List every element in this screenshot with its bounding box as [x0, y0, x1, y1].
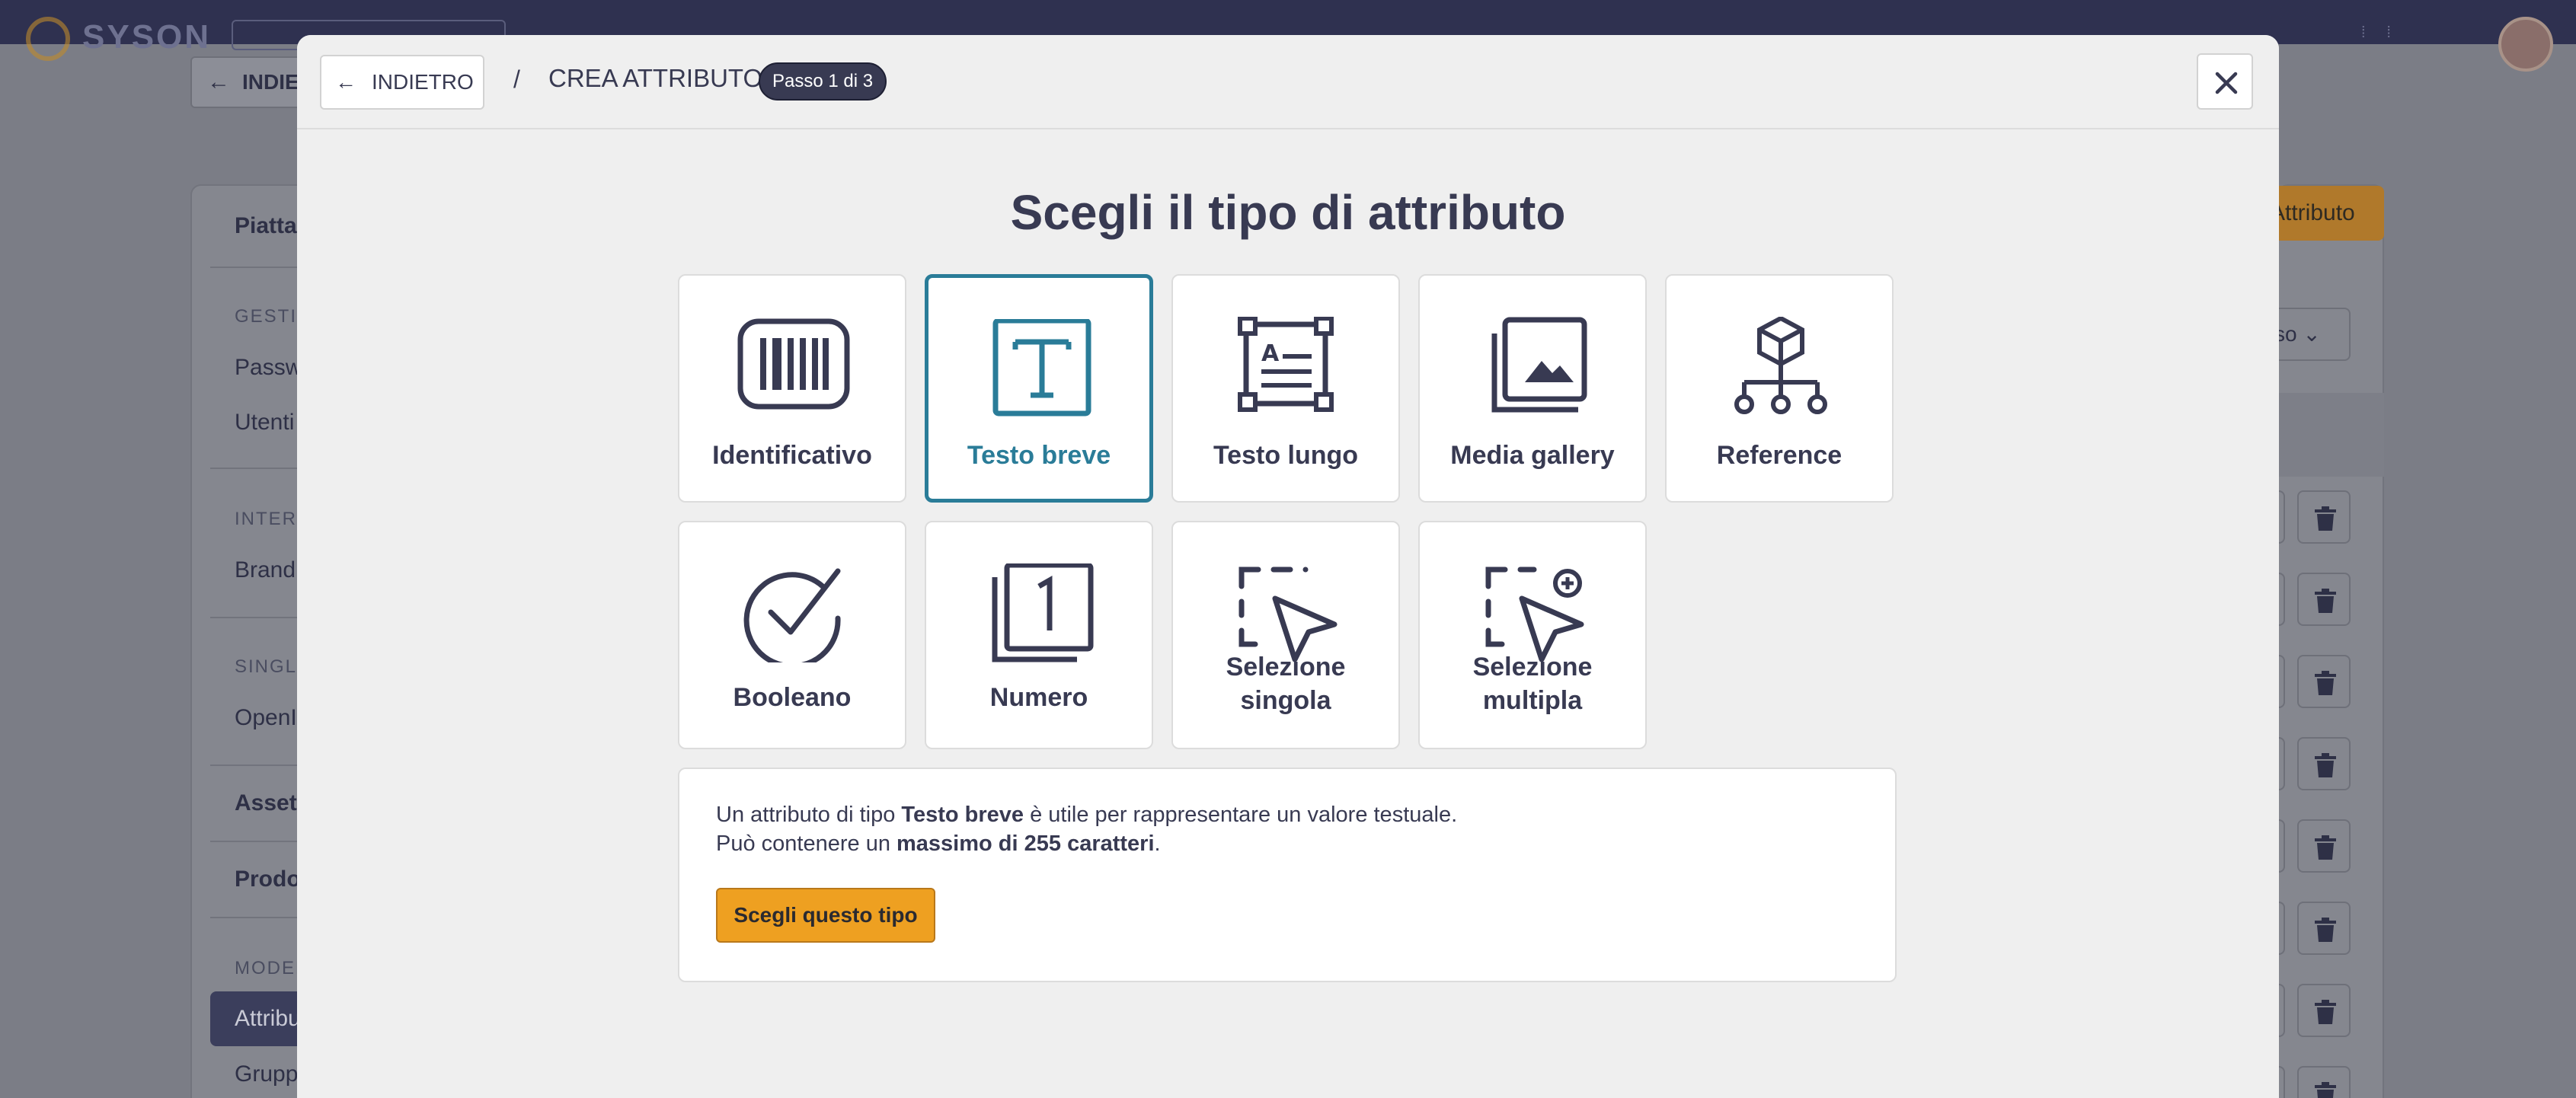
logo-text: SYSON [82, 18, 212, 56]
type-selezione-singola[interactable]: Selezione singola [1171, 521, 1400, 749]
barcode-icon [737, 318, 850, 410]
background-add-attribute-button: Attributo [2262, 186, 2384, 241]
background-table-header [2277, 393, 2384, 477]
description-line-2: Può contenere un massimo di 255 caratter… [716, 831, 1161, 856]
single-select-icon [1238, 567, 1338, 662]
type-reference[interactable]: Reference [1665, 274, 1894, 503]
background-delete-button [2297, 737, 2351, 790]
type-description-panel: Un attributo di tipo Testo breve è utile… [678, 768, 1897, 982]
arrow-left-icon: ← [207, 69, 230, 94]
svg-text:A: A [1261, 340, 1280, 367]
text-long-icon: A [1238, 317, 1334, 412]
type-media-gallery[interactable]: Media gallery [1418, 274, 1647, 503]
number-icon [992, 563, 1094, 662]
type-identificativo[interactable]: Identificativo [678, 274, 906, 503]
background-delete-button [2297, 902, 2351, 955]
trash-icon [2315, 671, 2336, 695]
text-short-icon [992, 319, 1091, 417]
background-delete-button [2297, 984, 2351, 1037]
sidebar-section-asset: Asset [235, 790, 297, 816]
trash-icon [2315, 589, 2336, 613]
sidebar-item-gruppi: Gruppi [235, 1061, 304, 1087]
create-attribute-modal: ← INDIETRO / CREA ATTRIBUTO Passo 1 di 3… [297, 35, 2279, 1098]
logo-icon [26, 17, 70, 61]
page-title: Scegli il tipo di attributo [1010, 185, 1566, 240]
close-button[interactable] [2197, 53, 2253, 110]
modal-header: ← INDIETRO / CREA ATTRIBUTO Passo 1 di 3 [297, 35, 2279, 129]
background-delete-button [2297, 819, 2351, 873]
background-delete-button [2297, 655, 2351, 708]
arrow-left-icon: ← [335, 70, 356, 94]
choose-type-button[interactable]: Scegli questo tipo [716, 888, 935, 943]
trash-icon [2315, 753, 2336, 777]
multi-select-icon [1485, 567, 1584, 662]
media-gallery-icon [1491, 317, 1587, 413]
sidebar-item-utenti: Utenti [235, 410, 295, 435]
type-numero[interactable]: Numero [925, 521, 1153, 749]
check-circle-icon [743, 568, 841, 662]
trash-icon [2315, 835, 2336, 860]
close-icon [2215, 72, 2238, 94]
avatar [2498, 17, 2553, 72]
sidebar-item-brand: Brand [235, 557, 296, 583]
trash-icon [2315, 918, 2336, 942]
navbar-icons: ⁞ ⁞ [2361, 24, 2391, 41]
type-selezione-multipla[interactable]: Selezione multipla [1418, 521, 1647, 749]
trash-icon [2315, 1082, 2336, 1098]
reference-icon [1734, 317, 1827, 414]
type-testo-lungo[interactable]: A Testo lungo [1171, 274, 1400, 503]
breadcrumb-separator: / [513, 65, 520, 93]
background-delete-button [2297, 1066, 2351, 1098]
breadcrumb: CREA ATTRIBUTO [548, 64, 763, 92]
description-line-1: Un attributo di tipo Testo breve è utile… [716, 803, 1458, 827]
trash-icon [2315, 506, 2336, 531]
background-delete-button [2297, 490, 2351, 544]
type-booleano[interactable]: Booleano [678, 521, 906, 749]
step-badge: Passo 1 di 3 [759, 62, 887, 101]
trash-icon [2315, 1000, 2336, 1024]
chevron-down-icon: ⌄ [2303, 322, 2321, 346]
type-testo-breve[interactable]: Testo breve [925, 274, 1153, 503]
back-button[interactable]: ← INDIETRO [320, 55, 484, 110]
background-delete-button [2297, 573, 2351, 626]
